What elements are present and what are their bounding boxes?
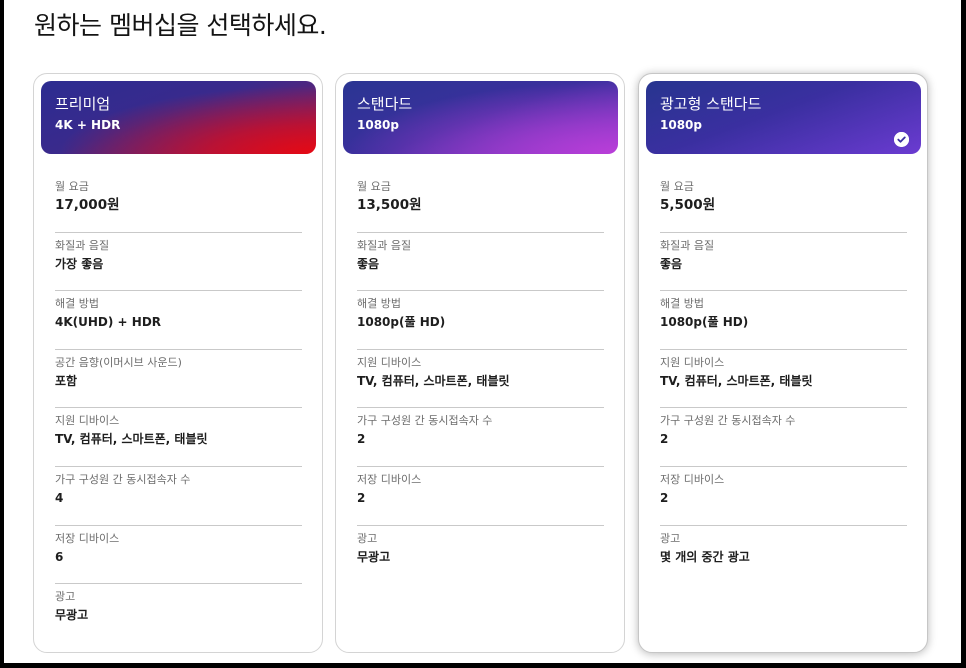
spec-value: TV, 컴퓨터, 스마트폰, 태블릿 <box>55 432 208 447</box>
spec-label: 해결 방법 <box>357 297 401 311</box>
spec-value: 17,000원 <box>55 197 120 213</box>
spec-label: 지원 디바이스 <box>55 414 120 428</box>
spec-row: 저장 디바이스 2 <box>357 467 604 526</box>
plan-card-premium[interactable]: 프리미엄 4K + HDR 월 요금 17,000원 화질과 음질 가장 좋음 … <box>33 73 323 653</box>
spec-row: 저장 디바이스 6 <box>55 526 302 585</box>
check-circle-icon <box>894 132 909 147</box>
spec-row: 화질과 음질 좋음 <box>660 233 907 292</box>
spec-label: 화질과 음질 <box>55 238 110 252</box>
spec-label: 저장 디바이스 <box>55 531 120 545</box>
spec-row: 가구 구성원 간 동시접속자 수 2 <box>357 408 604 467</box>
plan-header[interactable]: 프리미엄 4K + HDR <box>41 81 316 154</box>
plan-resolution: 4K + HDR <box>55 118 121 132</box>
spec-label: 해결 방법 <box>55 297 99 311</box>
spec-value: 가장 좋음 <box>55 256 104 271</box>
spec-value: 2 <box>357 490 366 505</box>
spec-label: 월 요금 <box>55 180 89 193</box>
plan-resolution: 1080p <box>660 118 702 132</box>
spec-value: 13,500원 <box>357 197 422 213</box>
spec-value: 좋음 <box>660 256 683 271</box>
page-title: 원하는 멤버십을 선택하세요. <box>34 11 327 40</box>
spec-row: 지원 디바이스 TV, 컴퓨터, 스마트폰, 태블릿 <box>55 408 302 467</box>
spec-value: 좋음 <box>357 256 380 271</box>
spec-value: 4K(UHD) + HDR <box>55 315 162 330</box>
plan-name: 스탠다드 <box>357 95 413 113</box>
spec-row: 공간 음향(이머시브 사운드) 포함 <box>55 350 302 409</box>
spec-value: 1080p(풀 HD) <box>660 315 749 330</box>
spec-label: 가구 구성원 간 동시접속자 수 <box>660 414 796 428</box>
spec-row: 가구 구성원 간 동시접속자 수 2 <box>660 408 907 467</box>
spec-list: 월 요금 13,500원 화질과 음질 좋음 해결 방법 1080p(풀 HD)… <box>357 174 604 584</box>
plan-card-standard-with-ads[interactable]: 광고형 스탠다드 1080p 월 요금 5,500원 화질과 음질 좋음 해결 … <box>638 73 928 653</box>
spec-row: 가구 구성원 간 동시접속자 수 4 <box>55 467 302 526</box>
spec-row: 지원 디바이스 TV, 컴퓨터, 스마트폰, 태블릿 <box>660 350 907 409</box>
spec-row: 해결 방법 1080p(풀 HD) <box>357 291 604 350</box>
spec-value: 2 <box>660 432 669 447</box>
spec-row: 지원 디바이스 TV, 컴퓨터, 스마트폰, 태블릿 <box>357 350 604 409</box>
spec-label: 가구 구성원 간 동시접속자 수 <box>357 414 493 428</box>
spec-value: 1080p(풀 HD) <box>357 315 446 330</box>
spec-value: 2 <box>660 490 669 505</box>
spec-row: 월 요금 13,500원 <box>357 174 604 233</box>
spec-row: 월 요금 17,000원 <box>55 174 302 233</box>
spec-value: 포함 <box>55 373 78 388</box>
spec-row: 해결 방법 1080p(풀 HD) <box>660 291 907 350</box>
page-frame: 원하는 멤버십을 선택하세요. 프리미엄 4K + HDR 월 요금 17,00… <box>4 0 961 663</box>
spec-label: 화질과 음질 <box>660 238 715 252</box>
spec-label: 월 요금 <box>660 180 694 193</box>
plan-name: 광고형 스탠다드 <box>660 95 762 113</box>
spec-value: 5,500원 <box>660 197 716 213</box>
plan-header[interactable]: 스탠다드 1080p <box>343 81 618 154</box>
spec-value: 무광고 <box>357 549 391 564</box>
spec-value: 6 <box>55 549 64 564</box>
spec-label: 화질과 음질 <box>357 238 412 252</box>
spec-label: 지원 디바이스 <box>357 355 422 369</box>
spec-label: 광고 <box>357 531 378 545</box>
spec-list: 월 요금 5,500원 화질과 음질 좋음 해결 방법 1080p(풀 HD) … <box>660 174 907 584</box>
spec-row: 광고 무광고 <box>357 526 604 585</box>
spec-value: 무광고 <box>55 608 89 623</box>
spec-value: TV, 컴퓨터, 스마트폰, 태블릿 <box>660 373 813 388</box>
spec-label: 월 요금 <box>357 180 391 193</box>
spec-label: 저장 디바이스 <box>357 472 422 486</box>
plan-resolution: 1080p <box>357 118 399 132</box>
plan-header[interactable]: 광고형 스탠다드 1080p <box>646 81 921 154</box>
spec-row: 화질과 음질 좋음 <box>357 233 604 292</box>
spec-row: 광고 몇 개의 중간 광고 <box>660 526 907 585</box>
spec-row: 화질과 음질 가장 좋음 <box>55 233 302 292</box>
spec-label: 저장 디바이스 <box>660 472 725 486</box>
spec-list: 월 요금 17,000원 화질과 음질 가장 좋음 해결 방법 4K(UHD) … <box>55 174 302 643</box>
spec-value: 2 <box>357 432 366 447</box>
spec-label: 광고 <box>55 590 76 604</box>
plan-card-standard[interactable]: 스탠다드 1080p 월 요금 13,500원 화질과 음질 좋음 해결 방법 … <box>335 73 625 653</box>
spec-label: 지원 디바이스 <box>660 355 725 369</box>
spec-row: 월 요금 5,500원 <box>660 174 907 233</box>
spec-row: 저장 디바이스 2 <box>660 467 907 526</box>
spec-label: 가구 구성원 간 동시접속자 수 <box>55 472 191 486</box>
spec-value: 몇 개의 중간 광고 <box>660 549 750 564</box>
spec-row: 해결 방법 4K(UHD) + HDR <box>55 291 302 350</box>
spec-label: 해결 방법 <box>660 297 704 311</box>
spec-label: 공간 음향(이머시브 사운드) <box>55 355 182 369</box>
spec-label: 광고 <box>660 531 681 545</box>
plan-name: 프리미엄 <box>55 95 111 113</box>
spec-value: TV, 컴퓨터, 스마트폰, 태블릿 <box>357 373 510 388</box>
spec-value: 4 <box>55 490 64 505</box>
spec-row: 광고 무광고 <box>55 584 302 643</box>
